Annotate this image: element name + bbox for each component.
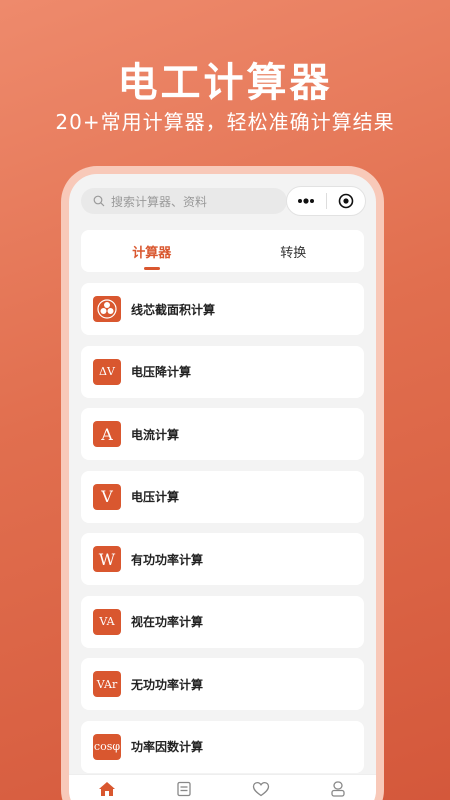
list-item-label: 功率因数计算 — [131, 740, 204, 754]
list-item-label: 电流计算 — [131, 427, 180, 442]
list-item-voltage[interactable]: V 电压计算 — [81, 470, 364, 523]
tabbar-item-mine[interactable]: 我的 — [299, 775, 376, 800]
search-placeholder: 搜索计算器、资料 — [111, 194, 208, 209]
app-screen: 搜索计算器、资料 计算器 转换 线芯截面积计算 ΔV 电压降计算 A 电流计算 … — [69, 174, 376, 800]
hero-subtitle: 20+常用计算器，轻松准确计算结果 — [55, 110, 395, 134]
fan-icon — [93, 296, 121, 322]
more-button[interactable] — [287, 187, 326, 215]
volt-icon: V — [93, 483, 121, 510]
more-icon — [298, 198, 315, 204]
bottom-tab-bar: 计算 资料 收藏 我的 — [69, 774, 376, 800]
cosphi-icon: cosφ — [93, 733, 121, 760]
tab-conversion[interactable]: 转换 — [223, 230, 365, 272]
var-icon: VAr — [93, 671, 121, 697]
tab-bar: 计算器 转换 — [81, 230, 364, 272]
tabbar-item-favorites[interactable]: 收藏 — [223, 775, 300, 800]
va-icon: VA — [93, 608, 121, 635]
document-icon — [177, 781, 191, 797]
tab-calculator[interactable]: 计算器 — [81, 230, 223, 272]
list-item-label: 无功功率计算 — [131, 677, 204, 692]
target-icon — [338, 193, 354, 209]
tabbar-item-calculate[interactable]: 计算 — [69, 775, 146, 800]
top-bar: 搜索计算器、资料 — [69, 174, 376, 232]
list-item-label: 电压降计算 — [131, 365, 192, 379]
list-item-label: 视在功率计算 — [131, 615, 204, 629]
list-item-wire-section[interactable]: 线芯截面积计算 — [81, 283, 364, 335]
delta-v-icon: ΔV — [93, 358, 121, 385]
list-item-active-power[interactable]: W 有功功率计算 — [81, 533, 364, 585]
phone-frame: 搜索计算器、资料 计算器 转换 线芯截面积计算 ΔV 电压降计算 A 电流计算 … — [61, 166, 384, 800]
list-item-label: 电压计算 — [131, 490, 180, 504]
list-item-power-factor[interactable]: cosφ 功率因数计算 — [81, 720, 364, 773]
tabbar-item-materials[interactable]: 资料 — [146, 775, 223, 800]
close-button[interactable] — [327, 187, 366, 215]
list-item-reactive-power[interactable]: VAr 无功功率计算 — [81, 658, 364, 710]
miniprogram-capsule — [286, 186, 366, 216]
list-item-current[interactable]: A 电流计算 — [81, 408, 364, 460]
search-icon — [93, 195, 105, 207]
list-item-apparent-power[interactable]: VA 视在功率计算 — [81, 595, 364, 648]
heart-icon — [252, 781, 270, 797]
list-item-voltage-drop[interactable]: ΔV 电压降计算 — [81, 345, 364, 398]
search-input[interactable]: 搜索计算器、资料 — [81, 188, 287, 214]
watt-icon: W — [93, 546, 121, 572]
user-icon — [330, 781, 345, 797]
home-icon — [99, 782, 116, 796]
list-item-label: 有功功率计算 — [131, 552, 204, 567]
hero-title: 电工计算器 — [117, 60, 333, 106]
list-item-label: 线芯截面积计算 — [131, 302, 216, 317]
calculator-list: 线芯截面积计算 ΔV 电压降计算 A 电流计算 V 电压计算 W 有功功率计算 … — [81, 283, 364, 783]
ampere-icon: A — [93, 421, 121, 447]
